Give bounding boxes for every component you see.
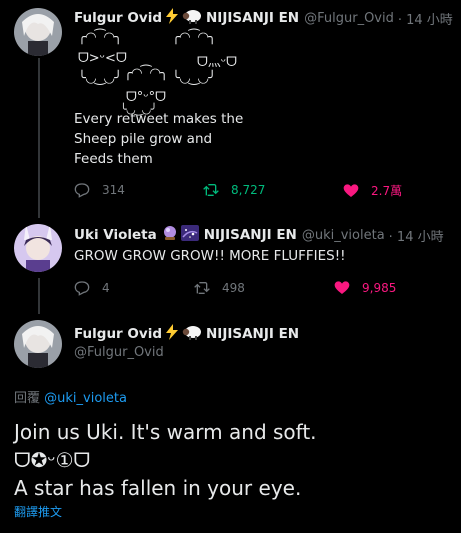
retweet-icon bbox=[194, 282, 210, 294]
tweet-text-line: Feeds them bbox=[74, 151, 153, 167]
main-tweet-header: Fulgur Ovid NIJISANJI EN bbox=[74, 324, 299, 344]
translate-link[interactable]: 翻譯推文 bbox=[14, 503, 62, 520]
author-name[interactable]: Uki Violeta bbox=[74, 227, 157, 243]
galaxy-emoji bbox=[180, 225, 199, 245]
like-count: 9,985 bbox=[362, 281, 397, 295]
author-tag: NIJISANJI EN bbox=[206, 326, 300, 342]
like-button[interactable]: 9,985 bbox=[334, 280, 396, 296]
tweet-header: Uki Violeta NIJISANJI EN @uki_violeta · … bbox=[74, 225, 444, 245]
thread-line bbox=[38, 278, 40, 314]
heart-icon bbox=[343, 183, 359, 197]
kaomoji-right-face: ᗜ灬ᵕᗜ bbox=[197, 55, 237, 70]
reply-to-link[interactable]: @uki_violeta bbox=[44, 391, 127, 406]
author-name[interactable]: Fulgur Ovid bbox=[74, 10, 162, 26]
replying-to: 回覆 @uki_violeta bbox=[14, 387, 127, 406]
tweet-header: Fulgur Ovid NIJISANJI EN @Fulgur_Ovid · … bbox=[74, 8, 453, 28]
author-handle[interactable]: @Fulgur_Ovid bbox=[74, 345, 164, 360]
tweet-text: Every retweet makes the Sheep pile grow … bbox=[74, 109, 314, 169]
retweet-button[interactable]: 8,727 bbox=[203, 182, 265, 198]
reply-button[interactable]: 314 bbox=[74, 182, 125, 198]
tweet-time[interactable]: · 14 小時 bbox=[389, 226, 444, 245]
author-tag: NIJISANJI EN bbox=[203, 227, 297, 243]
tweet-time[interactable]: · 14 小時 bbox=[398, 9, 453, 28]
thread-line bbox=[38, 58, 40, 218]
kaomoji-top-left: ╭◜◝ ͡ ◜◝╮ bbox=[78, 30, 123, 45]
retweet-count: 8,727 bbox=[231, 183, 266, 197]
tweet-text-line: Every retweet makes the bbox=[74, 111, 244, 127]
author-tag: NIJISANJI EN bbox=[206, 10, 300, 26]
like-count: 2.7萬 bbox=[371, 184, 403, 198]
reply-count: 314 bbox=[102, 183, 125, 197]
avatar-fulgur[interactable] bbox=[14, 8, 62, 56]
reply-button[interactable]: 4 bbox=[74, 280, 110, 296]
author-name[interactable]: Fulgur Ovid bbox=[74, 326, 162, 342]
author-handle[interactable]: @Fulgur_Ovid bbox=[304, 11, 394, 26]
lightning-emoji bbox=[165, 324, 179, 344]
main-tweet-line: Join us Uki. It's warm and soft. bbox=[14, 420, 317, 444]
avatar-uki[interactable] bbox=[14, 224, 62, 272]
retweet-button[interactable]: 498 bbox=[194, 280, 245, 296]
tweet-text: GROW GROW GROW!! MORE FLUFFIES!! bbox=[74, 248, 346, 264]
tweet-text-line: Sheep pile grow and bbox=[74, 131, 213, 147]
kaomoji-mid-left: ╰◟◞ ͜ ◟◞╯ bbox=[78, 71, 123, 86]
like-button[interactable]: 2.7萬 bbox=[343, 182, 402, 199]
reply-prefix: 回覆 bbox=[14, 391, 41, 406]
main-tweet-line: ᗜ✪ᵕ①ᗜ bbox=[14, 448, 91, 472]
reply-count: 4 bbox=[102, 281, 110, 295]
crystal-ball-emoji bbox=[162, 225, 178, 245]
main-tweet-line: A star has fallen in your eye. bbox=[14, 476, 302, 500]
lightning-emoji bbox=[165, 8, 179, 28]
sheep-emoji bbox=[182, 324, 202, 344]
kaomoji-mid-center: ╭◜◝ ͡ ◜◝╮ bbox=[124, 66, 169, 81]
reply-icon bbox=[74, 281, 90, 296]
main-tweet-text: Join us Uki. It's warm and soft. ᗜ✪ᵕ①ᗜ A… bbox=[14, 420, 444, 501]
heart-icon bbox=[334, 281, 350, 294]
retweet-count: 498 bbox=[222, 281, 245, 295]
reply-icon bbox=[74, 183, 90, 198]
author-handle[interactable]: @uki_violeta bbox=[302, 228, 385, 243]
retweet-icon bbox=[203, 184, 219, 196]
kaomoji-left-face: ᗜ>ᵕ<ᗜ bbox=[78, 51, 127, 66]
kaomoji-top-right: ╭◜◝ ͡ ◜◝╮ bbox=[172, 30, 217, 45]
kaomoji-mid-right: ╰◟◞ ͜ ◟◞╯ bbox=[172, 71, 217, 86]
avatar-fulgur[interactable] bbox=[14, 320, 62, 368]
sheep-emoji bbox=[182, 8, 202, 28]
